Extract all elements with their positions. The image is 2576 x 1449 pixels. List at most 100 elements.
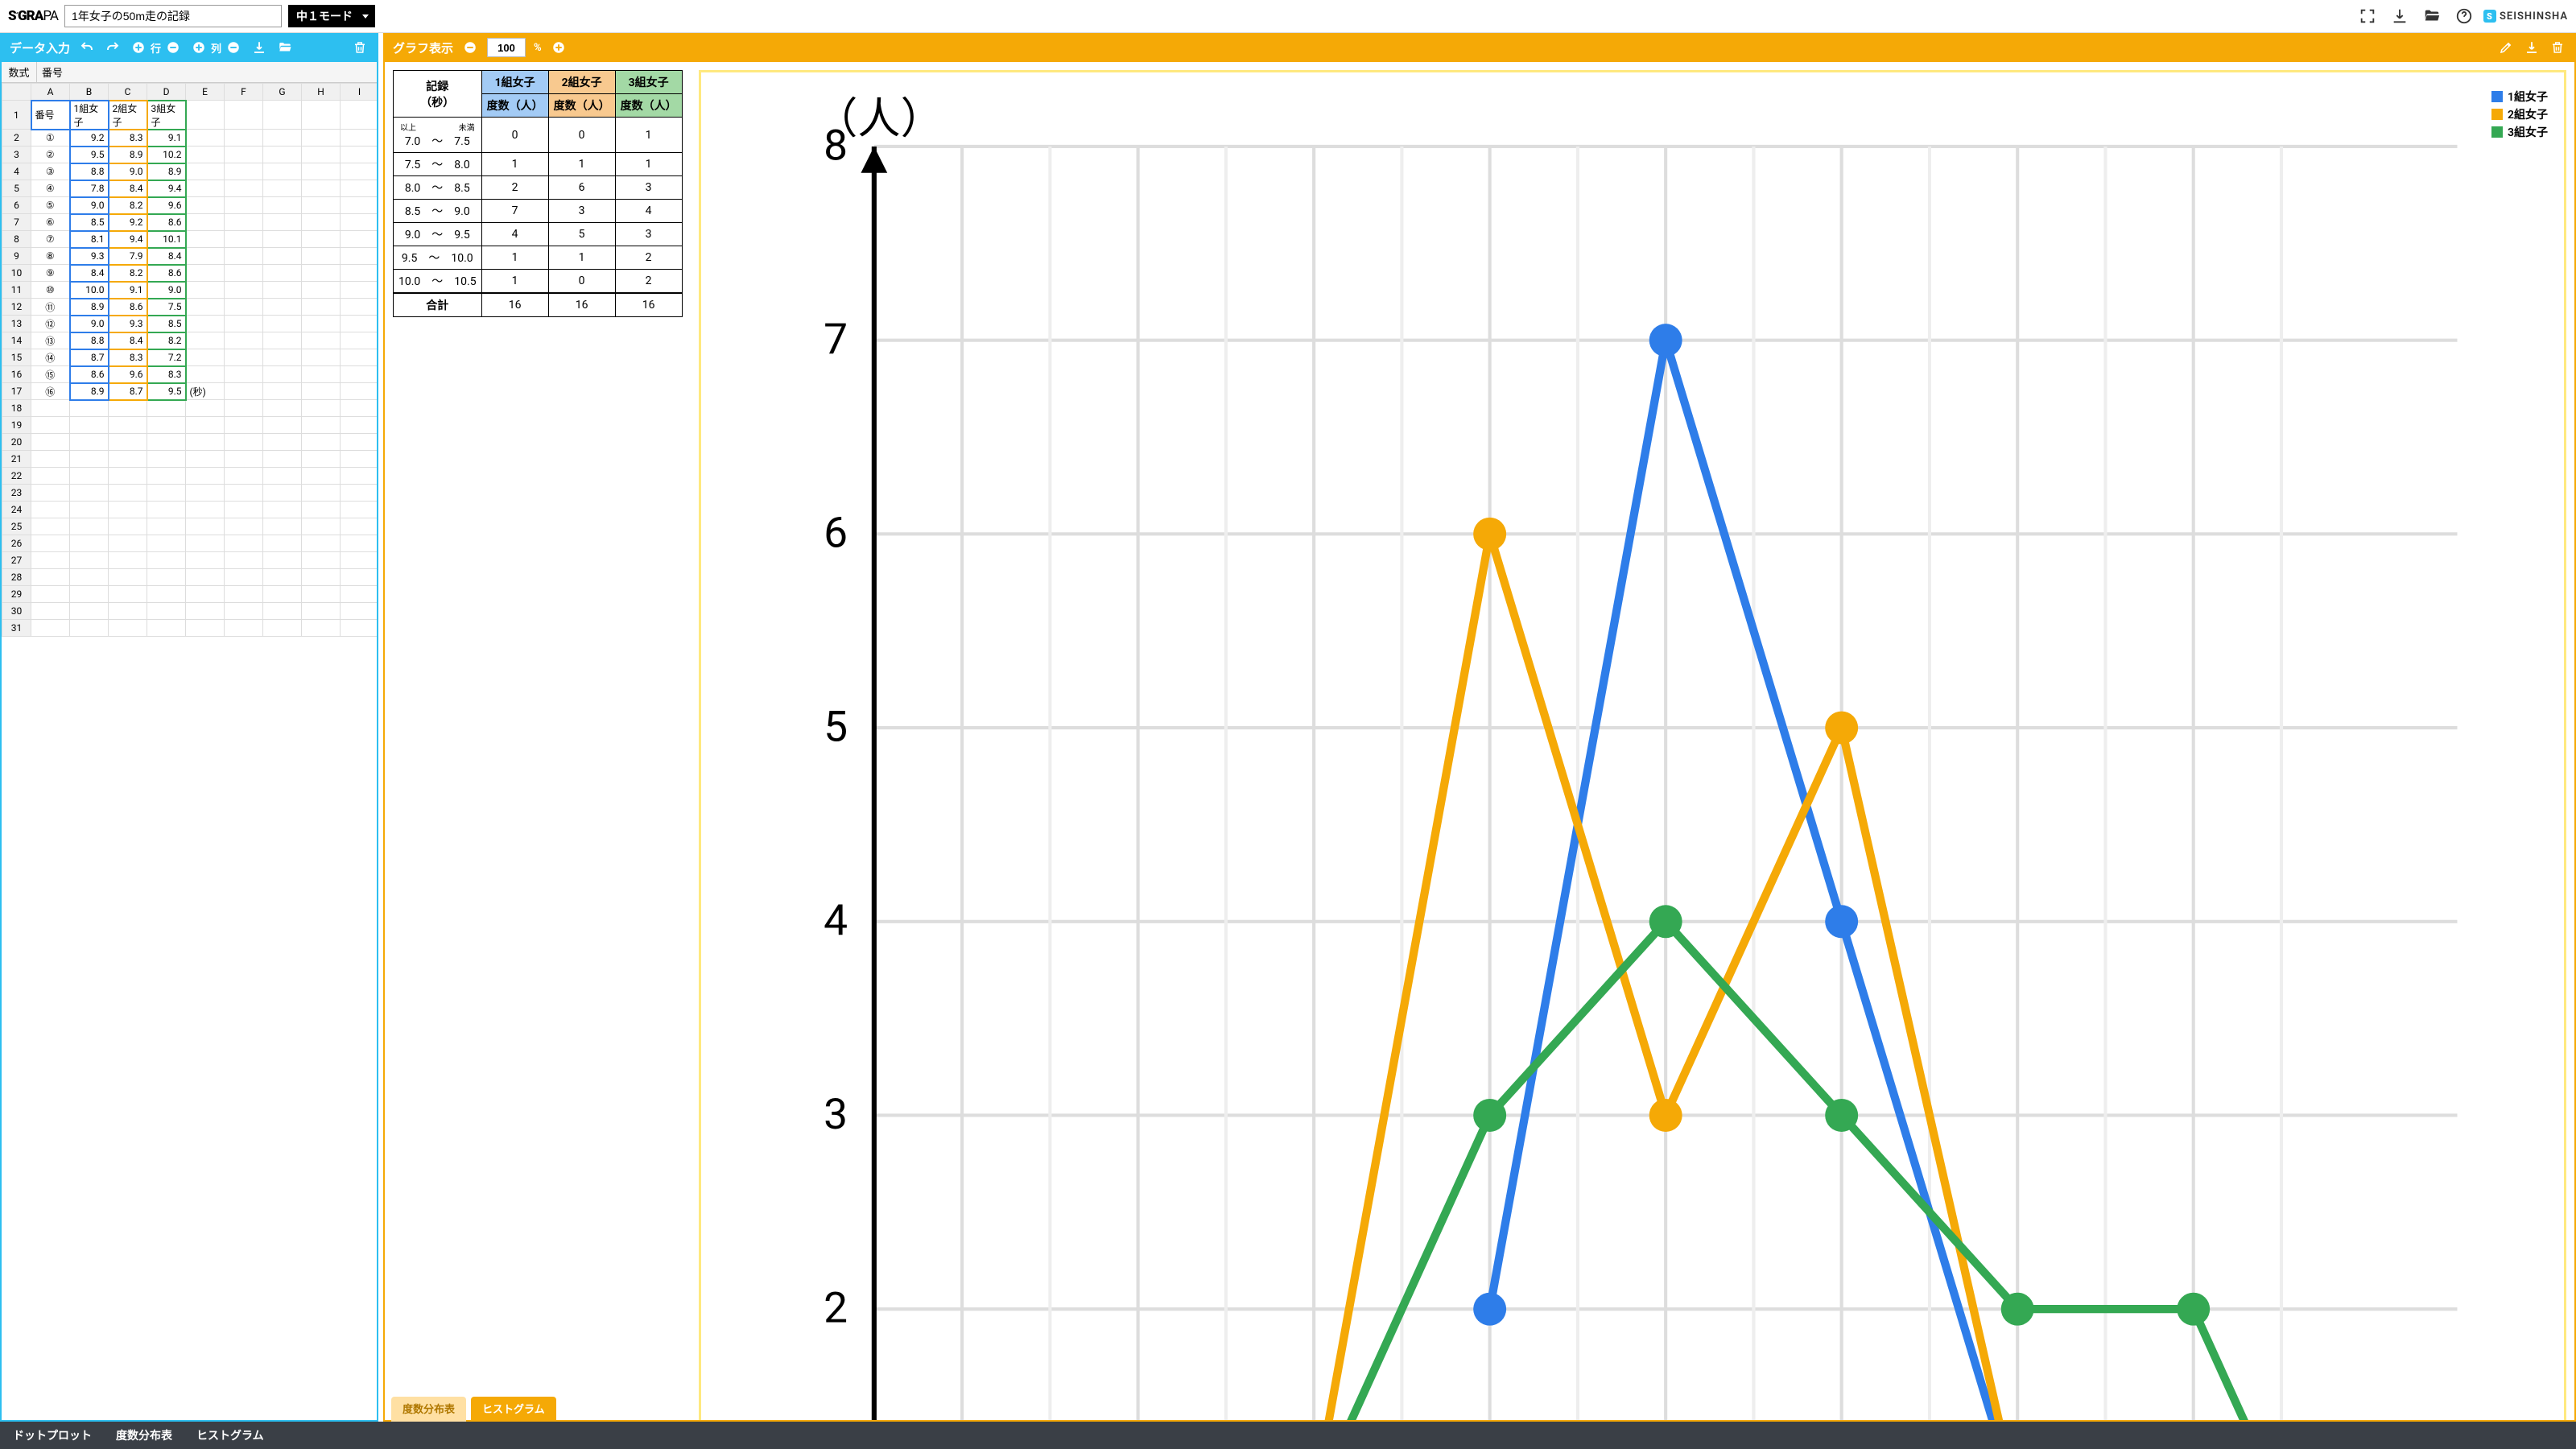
- cell[interactable]: [263, 518, 302, 535]
- cell[interactable]: 8.2: [109, 265, 147, 282]
- cell[interactable]: [341, 586, 378, 603]
- row-header[interactable]: 23: [2, 485, 31, 502]
- cell[interactable]: 8.6: [147, 265, 186, 282]
- cell[interactable]: [263, 434, 302, 451]
- cell[interactable]: [263, 586, 302, 603]
- redo-icon[interactable]: [104, 39, 122, 56]
- cell[interactable]: [70, 417, 109, 434]
- cell[interactable]: [225, 620, 263, 637]
- cell[interactable]: [186, 569, 225, 586]
- cell[interactable]: [302, 282, 341, 299]
- cell[interactable]: ⑨: [31, 265, 70, 282]
- cell[interactable]: [186, 265, 225, 282]
- col-header[interactable]: C: [109, 84, 147, 101]
- row-header[interactable]: 1: [2, 101, 31, 130]
- cell[interactable]: 9.0: [70, 316, 109, 332]
- cell[interactable]: [302, 451, 341, 468]
- cell[interactable]: [70, 400, 109, 417]
- cell[interactable]: [302, 180, 341, 197]
- cell[interactable]: [186, 366, 225, 383]
- cell[interactable]: [341, 282, 378, 299]
- cell[interactable]: [263, 603, 302, 620]
- cell[interactable]: [186, 586, 225, 603]
- cell[interactable]: 10.1: [147, 231, 186, 248]
- col-header[interactable]: H: [302, 84, 341, 101]
- cell[interactable]: [263, 248, 302, 265]
- cell[interactable]: [109, 400, 147, 417]
- cell[interactable]: [225, 502, 263, 518]
- cell[interactable]: 9.4: [109, 231, 147, 248]
- export-icon[interactable]: [250, 39, 268, 56]
- cell[interactable]: 8.5: [70, 214, 109, 231]
- cell[interactable]: [263, 502, 302, 518]
- cell[interactable]: [302, 552, 341, 569]
- cell[interactable]: ⑬: [31, 332, 70, 349]
- cell[interactable]: ①: [31, 130, 70, 147]
- cell[interactable]: [225, 147, 263, 163]
- row-header[interactable]: 8: [2, 231, 31, 248]
- cell[interactable]: [109, 502, 147, 518]
- cell[interactable]: [225, 231, 263, 248]
- cell[interactable]: 9.0: [147, 282, 186, 299]
- zoom-input[interactable]: [487, 38, 526, 57]
- cell[interactable]: [186, 451, 225, 468]
- open-folder-icon[interactable]: [276, 39, 294, 56]
- cell[interactable]: [31, 569, 70, 586]
- cell[interactable]: [302, 502, 341, 518]
- col-header[interactable]: G: [263, 84, 302, 101]
- cell[interactable]: [302, 130, 341, 147]
- cell[interactable]: [263, 485, 302, 502]
- cell[interactable]: [225, 163, 263, 180]
- cell[interactable]: [341, 552, 378, 569]
- cell[interactable]: ⑪: [31, 299, 70, 316]
- cell[interactable]: [147, 552, 186, 569]
- cell[interactable]: [186, 231, 225, 248]
- graph-tab[interactable]: ヒストグラム: [471, 1397, 556, 1422]
- cell[interactable]: [263, 197, 302, 214]
- cell[interactable]: [109, 434, 147, 451]
- cell[interactable]: ④: [31, 180, 70, 197]
- cell[interactable]: 9.2: [70, 130, 109, 147]
- cell[interactable]: [147, 586, 186, 603]
- cell[interactable]: [263, 400, 302, 417]
- cell[interactable]: [70, 485, 109, 502]
- cell[interactable]: [341, 569, 378, 586]
- cell[interactable]: [341, 383, 378, 400]
- cell[interactable]: 8.9: [147, 163, 186, 180]
- cell[interactable]: [109, 485, 147, 502]
- cell[interactable]: 7.9: [109, 248, 147, 265]
- cell[interactable]: 8.1: [70, 231, 109, 248]
- row-header[interactable]: 30: [2, 603, 31, 620]
- cell[interactable]: 7.8: [70, 180, 109, 197]
- col-header[interactable]: D: [147, 84, 186, 101]
- cell[interactable]: [225, 349, 263, 366]
- cell[interactable]: [341, 332, 378, 349]
- cell[interactable]: [263, 231, 302, 248]
- cell[interactable]: [225, 332, 263, 349]
- cell[interactable]: [186, 485, 225, 502]
- cell[interactable]: [263, 101, 302, 130]
- cell[interactable]: 9.4: [147, 180, 186, 197]
- cell[interactable]: [31, 518, 70, 535]
- cell[interactable]: 10.2: [147, 147, 186, 163]
- cell[interactable]: [302, 231, 341, 248]
- cell[interactable]: [109, 603, 147, 620]
- cell[interactable]: [70, 603, 109, 620]
- cell[interactable]: [186, 417, 225, 434]
- cell[interactable]: [341, 163, 378, 180]
- row-header[interactable]: 11: [2, 282, 31, 299]
- cell[interactable]: [225, 535, 263, 552]
- row-header[interactable]: 19: [2, 417, 31, 434]
- row-header[interactable]: 25: [2, 518, 31, 535]
- cell[interactable]: [341, 248, 378, 265]
- cell[interactable]: [341, 147, 378, 163]
- cell[interactable]: [225, 282, 263, 299]
- undo-icon[interactable]: [78, 39, 96, 56]
- cell[interactable]: 9.0: [109, 163, 147, 180]
- cell[interactable]: [147, 434, 186, 451]
- cell[interactable]: [263, 180, 302, 197]
- cell[interactable]: ⑧: [31, 248, 70, 265]
- col-header[interactable]: B: [70, 84, 109, 101]
- col-header[interactable]: F: [225, 84, 263, 101]
- cell[interactable]: 9.6: [109, 366, 147, 383]
